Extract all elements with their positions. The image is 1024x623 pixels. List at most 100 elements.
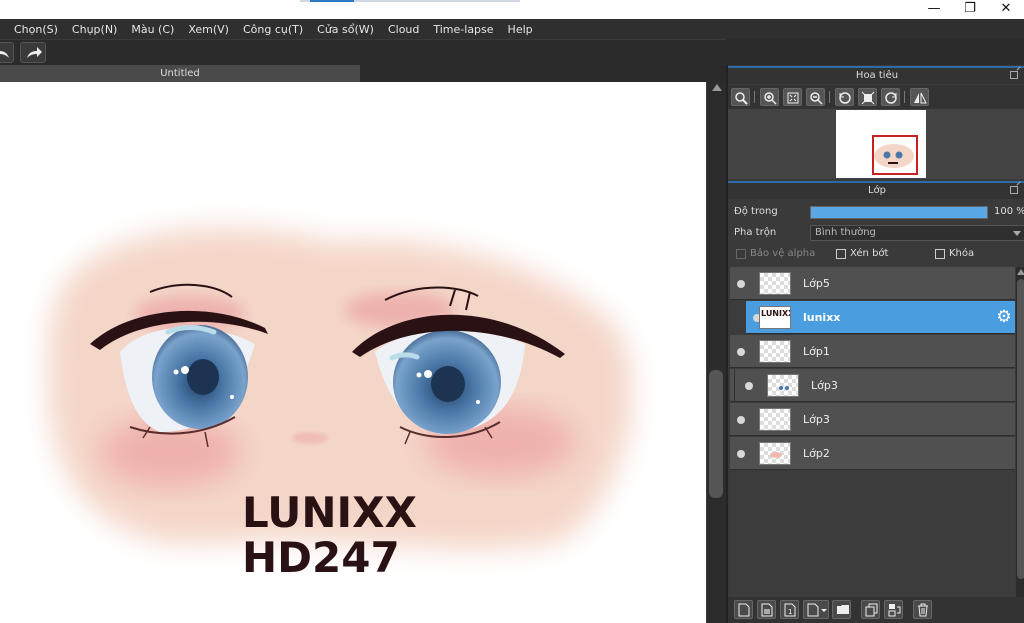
title-tab-strip — [300, 0, 520, 2]
toolbar-separator — [754, 91, 755, 103]
add-layer-dropdown-button[interactable] — [803, 600, 829, 619]
layer-row[interactable]: Lớp2 — [730, 437, 1015, 470]
rotate-left-button[interactable] — [835, 88, 854, 106]
chevron-down-icon — [1013, 231, 1021, 236]
menu-color[interactable]: Màu (C) — [131, 23, 174, 36]
new-folder-button[interactable] — [832, 600, 851, 619]
menu-tools[interactable]: Công cụ(T) — [243, 23, 303, 36]
merge-down-icon — [888, 604, 901, 617]
undo-icon — [0, 51, 9, 58]
magnifier-icon — [735, 92, 748, 105]
layer-thumbnail — [759, 408, 791, 431]
menu-capture[interactable]: Chụp(N) — [72, 23, 117, 36]
layer-row-child[interactable]: Lớp3 — [730, 369, 1015, 402]
close-button[interactable]: ✕ — [988, 0, 1024, 19]
drawing-canvas[interactable]: LUNIXX HD247 — [0, 82, 706, 623]
layer-name: Lớp3 — [811, 379, 838, 392]
zoom-in-button[interactable] — [760, 88, 779, 106]
new-layer-button[interactable] — [734, 600, 753, 619]
layer-name: Lớp3 — [803, 413, 830, 426]
flip-horizontal-button[interactable] — [910, 88, 929, 106]
duplicate-layer-button[interactable] — [861, 600, 880, 619]
reset-view-icon — [861, 91, 875, 105]
viewport-frame[interactable] — [872, 135, 918, 175]
reset-view-button[interactable] — [858, 88, 877, 106]
zoom-out-button[interactable] — [806, 88, 825, 106]
zoom-in-icon — [764, 92, 777, 105]
svg-text:1: 1 — [788, 608, 792, 616]
opacity-label: Độ trong — [734, 206, 778, 217]
layer-row[interactable]: Lớp3 — [730, 403, 1015, 436]
eye-icon[interactable] — [737, 416, 745, 424]
layer-name: lunixx — [803, 311, 841, 324]
zoom-fit-button[interactable] — [731, 88, 750, 106]
layers-header: Lớp — [728, 181, 1024, 199]
opacity-slider[interactable] — [810, 206, 988, 219]
undo-button[interactable] — [0, 42, 14, 63]
eyes-thumbnail — [779, 386, 789, 390]
canvas-vertical-scrollbar[interactable] — [706, 82, 726, 623]
blend-mode-value: Bình thường — [815, 227, 876, 238]
new-1bit-layer-button[interactable]: 1 — [780, 600, 799, 619]
protect-alpha-label: Bảo vệ alpha — [750, 248, 816, 259]
restore-button[interactable]: ❐ — [952, 0, 988, 19]
layer-thumbnail — [759, 272, 791, 295]
delete-layer-button[interactable] — [913, 600, 932, 619]
scrollbar-thumb[interactable] — [709, 370, 723, 498]
clipping-checkbox[interactable] — [836, 249, 846, 259]
blush-thumbnail — [770, 452, 782, 458]
add-layer-menu-icon — [807, 603, 827, 617]
rotate-left-icon — [839, 92, 851, 104]
opacity-row: Độ trong 100 % — [728, 202, 1024, 222]
thumb-text: LUNIXX HD247 — [761, 309, 790, 318]
menu-cloud[interactable]: Cloud — [388, 23, 419, 36]
menu-help[interactable]: Help — [508, 23, 533, 36]
undock-icon[interactable] — [1010, 71, 1018, 79]
lock-checkbox[interactable] — [935, 249, 945, 259]
menu-timelapse[interactable]: Time-lapse — [433, 23, 493, 36]
artwork-text-line1: LUNIXX — [242, 488, 417, 537]
eye-icon[interactable] — [737, 280, 745, 288]
rotate-right-icon — [885, 92, 897, 104]
one-bit-page-icon: 1 — [784, 603, 796, 617]
scrollbar-thumb[interactable] — [1017, 279, 1024, 579]
fit-window-button[interactable] — [783, 88, 802, 106]
rotate-right-button[interactable] — [881, 88, 900, 106]
eye-icon[interactable] — [745, 382, 753, 390]
document-tab-bar: Untitled — [0, 65, 726, 82]
navigator-toolbar — [728, 85, 1024, 109]
layer-row-selected[interactable]: LUNIXX HD247 lunixx ⚙ — [746, 301, 1015, 334]
layer-list-scrollbar[interactable] — [1016, 267, 1024, 597]
undock-icon[interactable] — [1010, 186, 1018, 194]
navigator-preview[interactable] — [728, 109, 1024, 179]
scroll-up-arrow-icon[interactable] — [1017, 269, 1024, 275]
navigator-thumbnail — [836, 110, 926, 178]
minimize-button[interactable]: — — [916, 0, 952, 19]
layer-thumbnail: LUNIXX HD247 — [759, 306, 791, 329]
text-thumbnail: LUNIXX HD247 — [761, 309, 790, 318]
active-tab-indicator — [310, 0, 354, 2]
redo-button[interactable] — [20, 42, 46, 63]
merge-down-button[interactable] — [884, 600, 903, 619]
layer-row[interactable]: Lớp5 — [730, 267, 1015, 300]
eye-icon[interactable] — [737, 348, 745, 356]
layer-toolbar: 1 — [728, 597, 1024, 623]
menu-view[interactable]: Xem(V) — [188, 23, 229, 36]
protect-alpha-checkbox[interactable] — [736, 249, 746, 259]
gear-icon[interactable]: ⚙ — [995, 308, 1013, 326]
blend-mode-select[interactable]: Bình thường — [810, 225, 1024, 241]
layer-row[interactable]: Lớp1 — [730, 335, 1015, 368]
scroll-up-arrow-icon[interactable] — [712, 84, 722, 91]
layer-thumbnail — [767, 374, 799, 397]
artwork: LUNIXX HD247 — [48, 228, 632, 582]
document-tab[interactable]: Untitled — [0, 65, 360, 82]
layer-thumbnail — [759, 442, 791, 465]
menu-window[interactable]: Cửa sổ(W) — [317, 23, 374, 36]
eye-icon[interactable] — [737, 450, 745, 458]
layer-list: Lớp5 LUNIXX HD247 lunixx ⚙ Lớp1 — [730, 267, 1015, 597]
artwork-text-line2: HD247 — [242, 533, 400, 582]
menu-select[interactable]: Chọn(S) — [14, 23, 58, 36]
trash-icon — [918, 603, 928, 617]
redo-icon — [27, 47, 42, 58]
new-halftone-layer-button[interactable] — [757, 600, 776, 619]
